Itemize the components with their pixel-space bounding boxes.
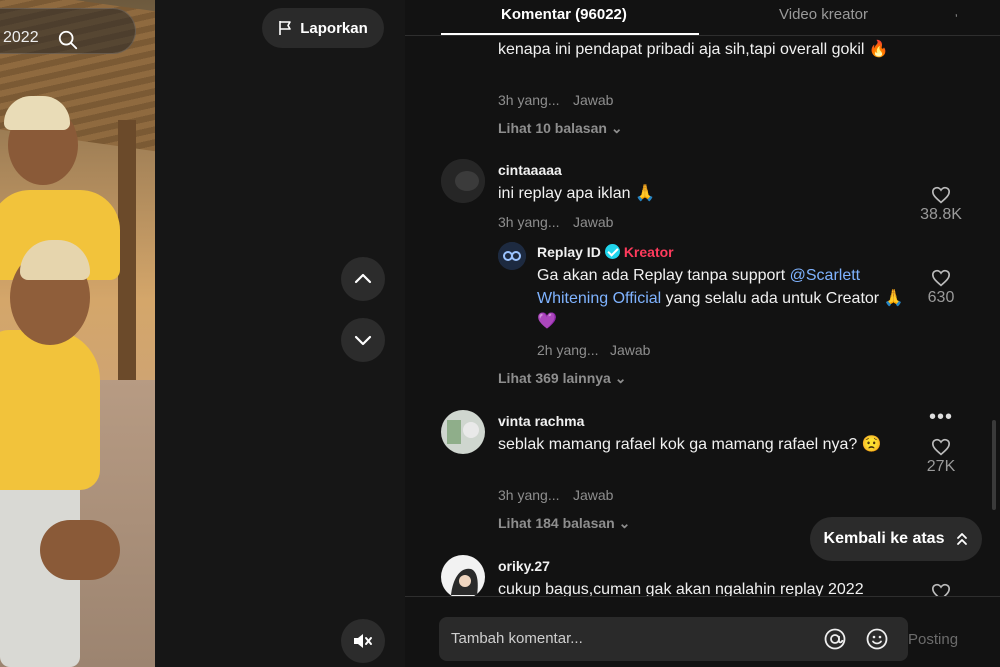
comment-username[interactable]: oriky.27 [498, 558, 550, 574]
video-frame[interactable]: 2022 [0, 0, 155, 667]
reply-button[interactable]: Jawab [573, 214, 613, 230]
reply-button[interactable]: Jawab [573, 92, 613, 108]
person-2-shirt [0, 330, 100, 490]
comment-text: cukup bagus,cuman gak akan ngalahin repl… [498, 581, 864, 596]
avatar[interactable] [441, 555, 485, 596]
tab-overflow-mark: ʼ [955, 12, 958, 26]
tab-bar: Komentar (96022) Video kreator ʼ [405, 0, 1000, 36]
video-panel: 2022 Laporkan [0, 0, 405, 667]
hut-pole [118, 120, 136, 420]
mute-button[interactable] [341, 619, 385, 663]
double-chevron-up-icon [957, 533, 968, 545]
creator-badge: Kreator [623, 244, 674, 260]
speaker-muted-icon [354, 634, 372, 648]
comment-time: 3h yang... [498, 92, 560, 108]
chevron-up-icon [354, 273, 372, 284]
search-icon[interactable] [57, 29, 79, 51]
tab-creator-videos[interactable]: Video kreator [779, 6, 868, 23]
like-button[interactable]: 27K [911, 438, 971, 476]
comment-time: 3h yang... [498, 214, 560, 230]
avatar[interactable] [441, 410, 485, 454]
view-more-replies-button[interactable]: Lihat 369 lainnya ⌄ [498, 370, 626, 387]
comment-input-bar: Tambah komentar... Posting [405, 596, 1000, 667]
more-options-icon[interactable]: ••• [929, 406, 953, 429]
reply-time: 2h yang... [537, 342, 599, 358]
heart-icon [931, 438, 951, 456]
comment-list[interactable]: kenapa ini pendapat pribadi aja sih,tapi… [405, 36, 1000, 596]
active-tab-indicator [441, 33, 699, 35]
comment-text: kenapa ini pendapat pribadi aja sih,tapi… [498, 41, 889, 58]
back-to-top-button[interactable]: Kembali ke atas [810, 517, 982, 561]
app-root: 2022 Laporkan Komentar (96022) Video kre… [0, 0, 1000, 667]
like-count: 27K [926, 458, 956, 475]
like-button[interactable]: 38.8K [911, 186, 971, 224]
emoji-icon[interactable] [865, 627, 889, 651]
view-replies-button[interactable]: Lihat 10 balasan ⌄ [498, 120, 623, 137]
next-video-button[interactable] [341, 318, 385, 362]
reply-button[interactable]: Jawab [610, 342, 650, 358]
post-button[interactable]: Posting [908, 631, 958, 648]
previous-video-button[interactable] [341, 257, 385, 301]
verified-badge-icon [604, 244, 620, 259]
comment-username[interactable]: cintaaaaa [498, 162, 562, 178]
comment-input-placeholder: Tambah komentar... [451, 630, 583, 647]
reply-text: Ga akan ada Replay tanpa support @Scarle… [537, 267, 904, 330]
scrollbar[interactable] [992, 420, 996, 510]
search-bar[interactable]: 2022 [0, 8, 136, 54]
avatar[interactable] [441, 159, 485, 203]
person-arm [40, 520, 120, 580]
reply-username[interactable]: Replay ID Kreator [537, 244, 674, 260]
comment-time: 3h yang... [498, 487, 560, 503]
comment-input[interactable]: Tambah komentar... [439, 617, 908, 661]
back-to-top-label: Kembali ke atas [823, 530, 945, 547]
search-query: 2022 [3, 29, 39, 46]
heart-icon [931, 269, 951, 287]
flag-icon [279, 21, 292, 35]
view-replies-button[interactable]: Lihat 184 balasan ⌄ [498, 515, 630, 532]
chevron-down-icon [354, 335, 372, 346]
report-label: Laporkan [300, 19, 368, 37]
like-count: 630 [927, 289, 955, 306]
comment-text: ini replay apa iklan 🙏 [498, 185, 655, 202]
tab-comments[interactable]: Komentar (96022) [501, 6, 627, 23]
heart-icon [931, 583, 951, 596]
comments-panel: Komentar (96022) Video kreator ʼ kenapa … [405, 0, 1000, 667]
comment-text: seblak mamang rafael kok ga mamang rafae… [498, 436, 882, 453]
comment-username[interactable]: vinta rachma [498, 413, 584, 429]
like-button[interactable]: 630 [911, 269, 971, 307]
like-button[interactable] [911, 583, 971, 596]
heart-icon [931, 186, 951, 204]
creator-avatar[interactable] [498, 242, 526, 270]
reply-button[interactable]: Jawab [573, 487, 613, 503]
like-count: 38.8K [920, 206, 962, 223]
mention-icon[interactable] [823, 627, 847, 651]
report-button[interactable]: Laporkan [262, 8, 384, 48]
